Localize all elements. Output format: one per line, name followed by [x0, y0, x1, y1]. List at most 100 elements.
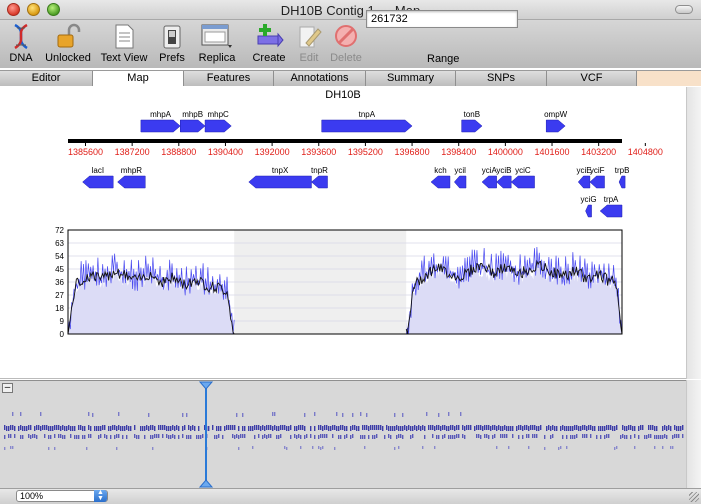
overview-read-mark [574, 435, 576, 439]
overview-read-mark [20, 425, 22, 430]
gene-arrow [248, 175, 312, 189]
overview-read-mark [236, 413, 238, 417]
overview-read-mark [268, 434, 270, 438]
resize-grip[interactable] [689, 492, 699, 502]
overview-read-mark [448, 426, 450, 431]
zoom-select[interactable]: 100% ▲ ▼ [16, 489, 108, 502]
overview-read-mark [66, 426, 68, 431]
overview-read-mark [628, 425, 630, 430]
overview-read-mark [310, 426, 312, 431]
gene-arrow [180, 119, 206, 133]
overview-position-handle-top [198, 381, 214, 390]
overview-read-mark [518, 435, 520, 439]
prefs-button[interactable]: Prefs [156, 22, 188, 66]
tab-annotations[interactable]: Annotations [274, 71, 366, 86]
overview-read-mark [218, 434, 220, 438]
overview-read-mark [526, 425, 528, 430]
overview-read-mark [598, 426, 600, 431]
overview-read-mark [254, 425, 256, 430]
overview-read-mark [388, 426, 390, 431]
overview-read-mark [186, 413, 188, 417]
toolbar-toggle-button[interactable] [675, 5, 693, 14]
overview-vertical-scrollbar[interactable] [686, 380, 701, 488]
overview-read-mark [678, 426, 680, 431]
overview-read-mark [492, 435, 494, 439]
overview-read-mark [252, 426, 254, 431]
overview-read-mark [100, 426, 102, 431]
gene-label: kch [434, 166, 446, 175]
dna-icon [14, 23, 28, 50]
overview-read-mark [36, 435, 38, 439]
overview-read-mark [674, 434, 676, 438]
overview-read-mark [358, 426, 360, 431]
create-button[interactable]: Create [250, 22, 288, 66]
tab-vcf[interactable]: VCF [547, 71, 637, 86]
overview-read-mark [260, 426, 262, 431]
gene-arrow [577, 175, 591, 189]
overview-read-mark [424, 435, 426, 439]
overview-read-mark [612, 426, 614, 431]
overview-read-mark [554, 426, 556, 431]
overview-read-mark [402, 413, 404, 417]
map-vertical-scrollbar[interactable] [686, 87, 701, 379]
tab-features[interactable]: Features [184, 71, 274, 86]
overview-read-mark [616, 425, 618, 430]
overview-read-mark [436, 425, 438, 430]
overview-read-mark [58, 425, 60, 430]
replica-button[interactable]: Replica [193, 22, 241, 66]
overview-read-mark [236, 434, 238, 438]
unlocked-button[interactable]: Unlocked [44, 22, 92, 66]
overview-read-mark [438, 435, 440, 439]
overview-read-mark [376, 425, 378, 430]
overview-read-mark [682, 425, 684, 430]
overview-read-mark [96, 426, 98, 431]
coverage-y-tick-label: 63 [55, 239, 64, 248]
overview-read-mark [120, 426, 122, 431]
overview-read-mark [144, 426, 146, 431]
text-view-button[interactable]: Text View [98, 22, 150, 66]
overview-read-mark [270, 434, 272, 438]
overview-read-mark [574, 425, 576, 430]
overview-read-mark [18, 426, 20, 431]
overview-read-mark [640, 425, 642, 430]
overview-read-mark [508, 446, 510, 449]
overview-read-mark [220, 426, 222, 431]
overview-read-mark [418, 425, 420, 430]
overview-read-mark [624, 435, 626, 439]
overview-read-mark [14, 434, 16, 438]
overview-read-mark [336, 412, 338, 416]
overview-read-mark [650, 425, 652, 430]
overview-read-mark [4, 447, 6, 450]
overview-read-mark [196, 435, 198, 439]
tab-editor[interactable]: Editor [0, 71, 93, 86]
overview-read-mark [470, 425, 472, 430]
collapse-overview-button[interactable]: – [2, 383, 13, 393]
tab-snps[interactable]: SNPs [456, 71, 547, 86]
tab-map[interactable]: Map [93, 71, 184, 86]
overview-read-mark [540, 425, 542, 430]
overview-read-mark [488, 435, 490, 439]
overview-read-mark [458, 425, 460, 430]
overview-read-mark [346, 434, 348, 438]
overview-read-mark [638, 435, 640, 439]
overview-read-mark [82, 426, 84, 431]
overview-read-mark [648, 425, 650, 430]
overview-read-mark [634, 434, 636, 438]
overview-read-mark [182, 426, 184, 431]
overview-read-mark [146, 425, 148, 430]
overview-read-mark [50, 426, 52, 431]
overview-read-mark [118, 434, 120, 438]
edit-button[interactable]: Edit [294, 22, 324, 66]
dna-button[interactable]: DNA [3, 22, 39, 66]
gene-label: tnpR [311, 166, 328, 175]
gene-arrow [510, 175, 535, 189]
overview-read-mark [444, 425, 446, 430]
overview-read-mark [294, 426, 296, 431]
range-input[interactable] [366, 10, 518, 28]
gene-label: tonB [464, 110, 480, 119]
overview-read-mark [384, 435, 386, 439]
overview-read-mark [372, 435, 374, 439]
overview-read-mark [244, 426, 246, 431]
tab-summary[interactable]: Summary [366, 71, 456, 86]
delete-button[interactable]: Delete [328, 22, 364, 66]
